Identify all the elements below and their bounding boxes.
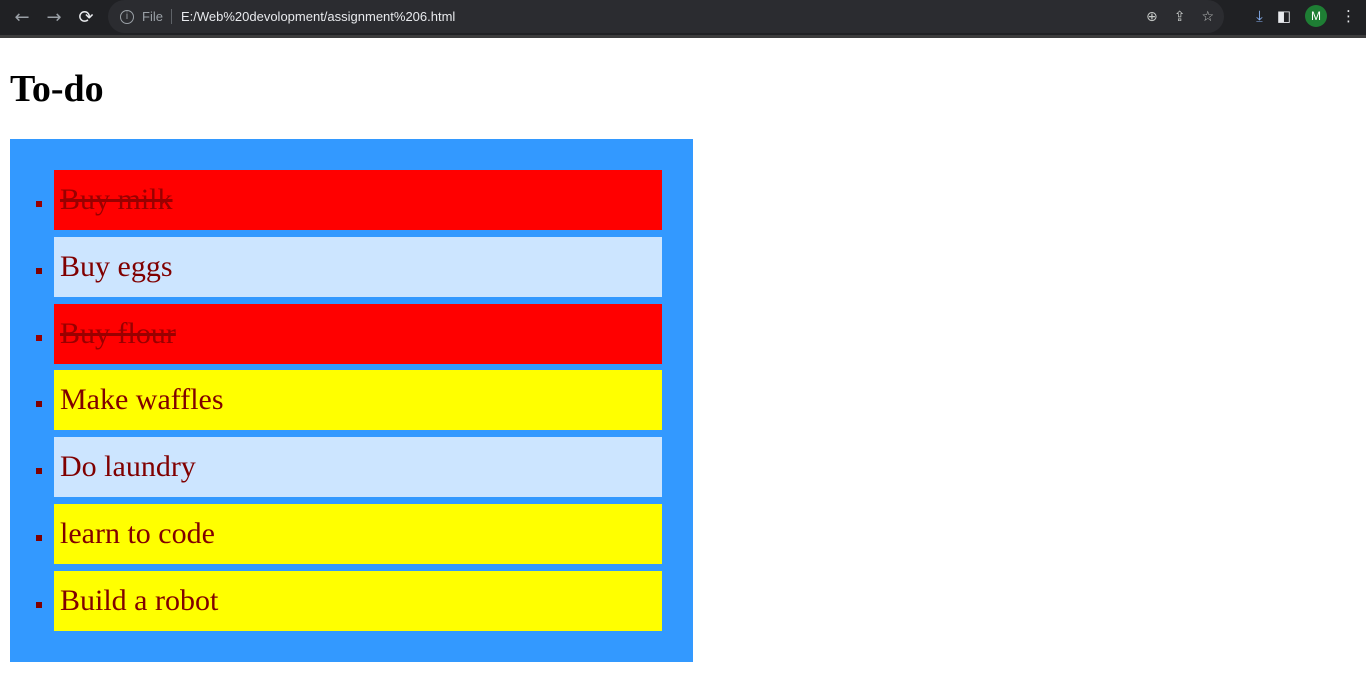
avatar[interactable]: M [1305, 5, 1327, 27]
address-bar[interactable]: i File E:/Web%20devolopment/assignment%2… [108, 0, 1224, 33]
page-title: To-do [10, 68, 104, 110]
download-icon[interactable]: ⤓ [1256, 7, 1263, 25]
url-text[interactable]: E:/Web%20devolopment/assignment%206.html [181, 9, 455, 24]
share-icon[interactable]: ⇪ [1174, 9, 1186, 25]
reload-icon[interactable]: ⟳ [70, 7, 102, 28]
todo-item[interactable]: Make waffles [54, 370, 662, 431]
forward-icon[interactable]: → [38, 7, 70, 28]
zoom-icon[interactable]: ⊕ [1146, 9, 1158, 25]
todo-item[interactable]: Do laundry [54, 437, 662, 498]
todo-list: Buy milkBuy eggsBuy flourMake wafflesDo … [10, 139, 693, 662]
back-icon[interactable]: ← [6, 7, 38, 28]
todo-item[interactable]: learn to code [54, 503, 662, 564]
menu-icon[interactable]: ⋮ [1341, 7, 1356, 25]
todo-item[interactable]: Buy flour [54, 303, 662, 364]
file-label: File [142, 9, 172, 24]
todo-item[interactable]: Buy milk [54, 170, 662, 230]
info-icon[interactable]: i [120, 9, 134, 24]
todo-item[interactable]: Buy eggs [54, 236, 662, 297]
browser-toolbar: ← → ⟳ i File E:/Web%20devolopment/assign… [0, 0, 1366, 38]
side-panel-icon[interactable]: ◧ [1277, 7, 1291, 25]
todo-item[interactable]: Build a robot [54, 570, 662, 631]
star-icon[interactable]: ☆ [1201, 9, 1214, 25]
